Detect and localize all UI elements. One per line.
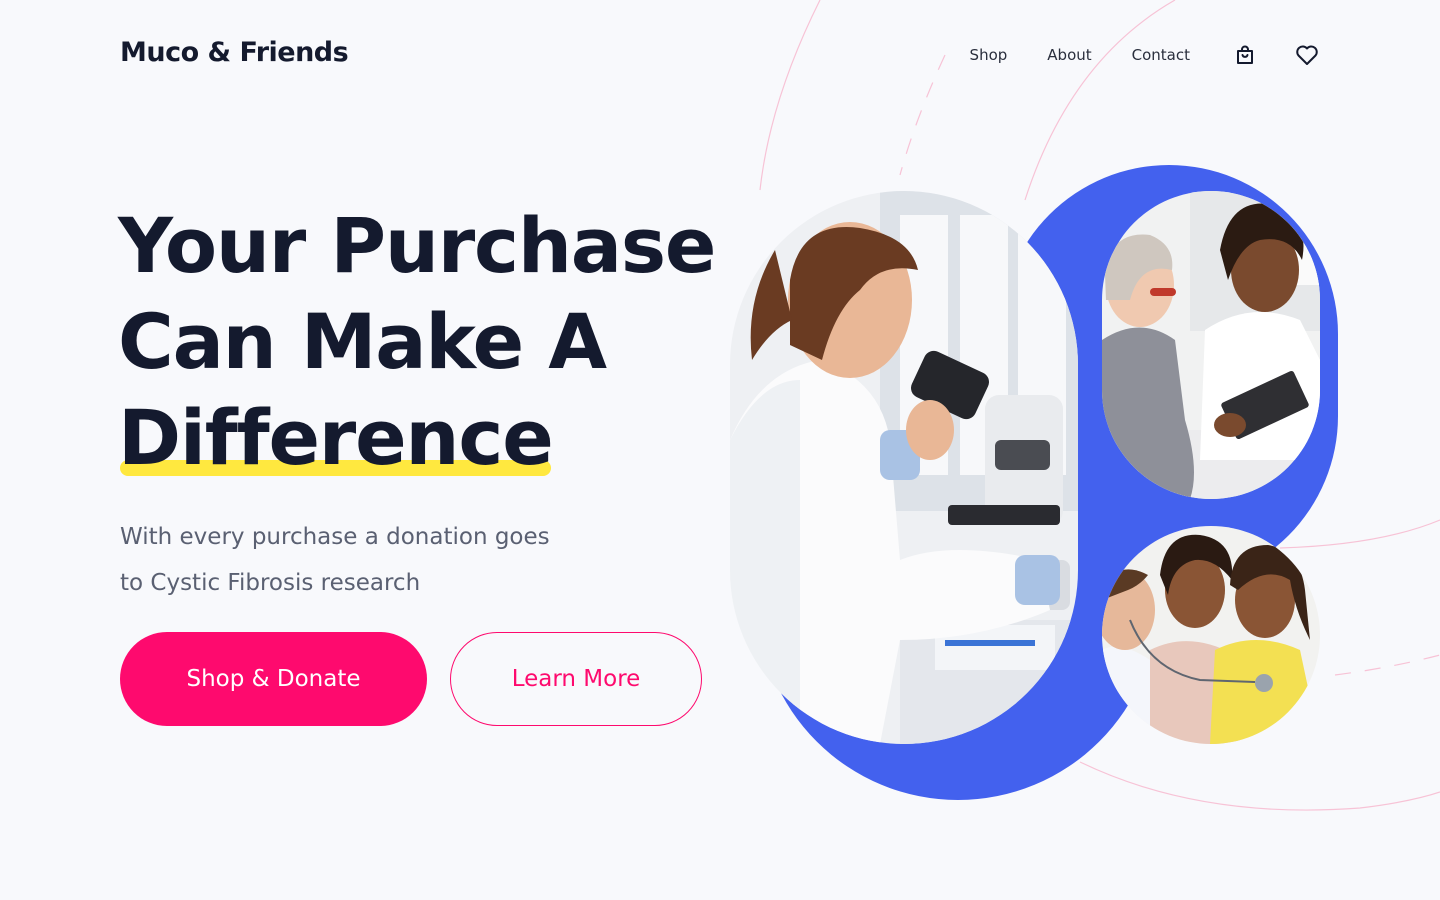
scientist-microscope-photo <box>730 191 1078 744</box>
hero-photo-collage <box>730 165 1338 800</box>
doctor-patient-consultation-photo <box>1102 191 1320 499</box>
